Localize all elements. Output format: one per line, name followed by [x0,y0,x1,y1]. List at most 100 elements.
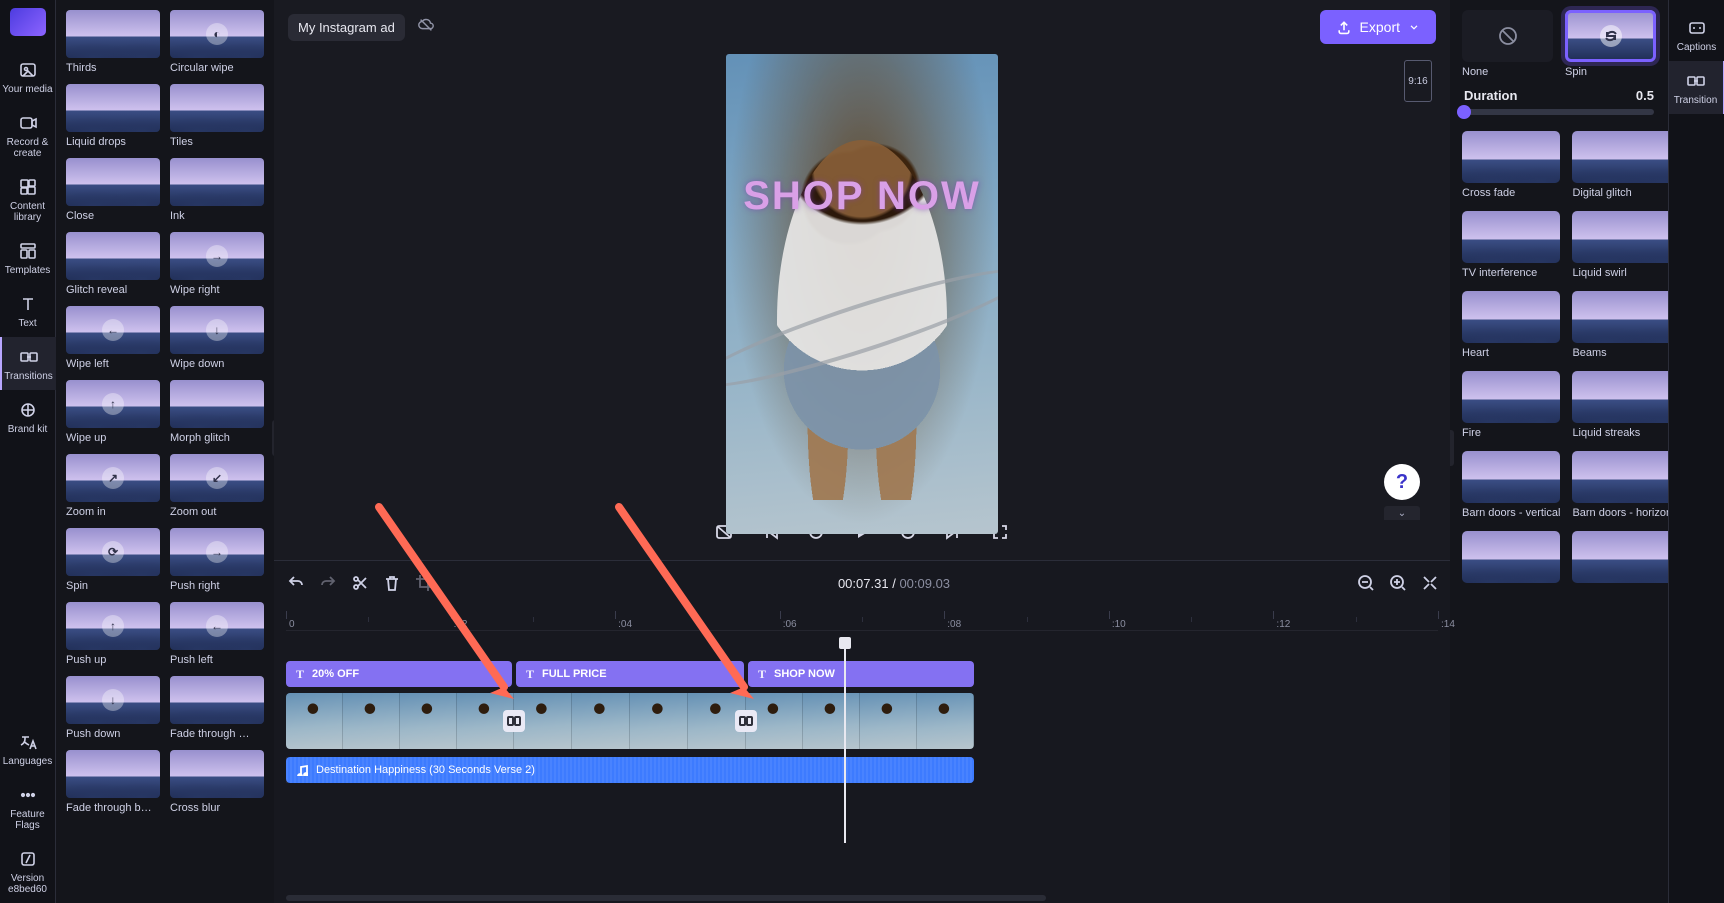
transition-card[interactable]: ↑ Wipe up [66,380,160,444]
video-track[interactable] [286,693,974,749]
fit-timeline-button[interactable] [1420,573,1438,594]
glyph-icon: ◐ [206,23,228,45]
transition-card[interactable]: ← Push left [170,602,264,666]
transition-card-label: Push down [66,728,160,740]
rail-feature-flags[interactable]: Feature Flags [0,775,56,839]
export-button[interactable]: Export [1320,10,1436,44]
transition-option-card[interactable]: Heart [1462,291,1560,359]
rail-transition[interactable]: Transition [1669,61,1724,114]
sync-off-icon[interactable] [417,16,435,39]
split-button[interactable] [350,573,368,594]
transition-option-card[interactable]: Barn doors - horizontal [1572,451,1668,519]
video-segment-1[interactable] [286,693,514,749]
collapse-preview-button[interactable]: ⌄ [1384,506,1420,520]
rail-captions[interactable]: Captions [1669,8,1724,61]
ruler-tick: :12 [1273,605,1290,630]
transition-card[interactable]: Tiles [170,84,264,148]
transition-option-card[interactable]: TV interference [1462,211,1560,279]
transition-none[interactable]: None [1462,10,1553,78]
transition-handle-2[interactable] [735,710,757,732]
rail-your-media-label: Your media [2,84,54,95]
transition-option-label: Liquid streaks [1572,427,1668,439]
transition-card-label: Wipe up [66,432,160,444]
transition-card-label: Push right [170,580,264,592]
transition-card[interactable]: ↓ Push down [66,676,160,740]
transition-card[interactable]: ↑ Push up [66,602,160,666]
text-clip-2[interactable]: T FULL PRICE [516,661,744,687]
rail-your-media[interactable]: Your media [0,50,56,103]
timeline-scrollbar[interactable] [286,895,1046,901]
transition-thumb [66,750,160,798]
transition-card[interactable]: ↓ Wipe down [170,306,264,370]
text-clip-3[interactable]: T SHOP NOW [748,661,974,687]
transition-option-card[interactable] [1462,531,1560,583]
undo-button[interactable] [286,573,304,594]
zoom-in-button[interactable] [1388,573,1406,594]
transition-card[interactable]: → Wipe right [170,232,264,296]
transition-card[interactable]: Ink [170,158,264,222]
project-title[interactable]: My Instagram ad [288,14,405,41]
transition-card-label: Liquid drops [66,136,160,148]
transition-option-card[interactable]: Liquid swirl [1572,211,1668,279]
transition-card[interactable]: Glitch reveal [66,232,160,296]
rail-templates[interactable]: Templates [0,231,56,284]
rail-version[interactable]: Version e8bed60 [0,839,56,903]
transition-option-card[interactable]: Fire [1462,371,1560,439]
transition-card[interactable]: ↙ Zoom out [170,454,264,518]
text-clip-3-label: SHOP NOW [774,668,835,680]
transition-card[interactable]: Liquid drops [66,84,160,148]
transition-option-card[interactable] [1572,531,1668,583]
transition-card[interactable]: Fade through b… [66,750,160,814]
right-panel-collapse[interactable]: › [1450,430,1454,466]
video-segment-3[interactable] [746,693,974,749]
transition-option-label: Beams [1572,347,1668,359]
none-icon [1497,25,1519,47]
rail-transitions[interactable]: Transitions [0,337,56,390]
delete-button[interactable] [382,573,400,594]
text-clip-1[interactable]: T 20% OFF [286,661,512,687]
transition-option-card[interactable]: Cross fade [1462,131,1560,199]
timeline-ruler[interactable]: 0:02:04:06:08:10:12:14 [286,605,1438,631]
slider-knob[interactable] [1457,105,1471,119]
transition-option-card[interactable]: Liquid streaks [1572,371,1668,439]
redo-button[interactable] [318,573,336,594]
zoom-out-button[interactable] [1356,573,1374,594]
transition-option-card[interactable]: Barn doors - vertical [1462,451,1560,519]
playhead[interactable] [844,643,846,843]
transition-option-card[interactable]: Beams [1572,291,1668,359]
duration-slider[interactable] [1464,109,1654,115]
transition-card[interactable]: ↗ Zoom in [66,454,160,518]
transition-card[interactable]: → Push right [170,528,264,592]
rail-languages[interactable]: Languages [0,722,56,775]
help-button[interactable]: ? [1384,464,1420,500]
transition-card-label: Zoom in [66,506,160,518]
glyph-icon: → [206,541,228,563]
ellipsis-icon [18,785,38,805]
video-segment-2[interactable] [514,693,746,749]
transition-card[interactable]: ← Wipe left [66,306,160,370]
transition-card[interactable]: Close [66,158,160,222]
audio-clip[interactable]: Destination Happiness (30 Seconds Verse … [286,757,974,783]
rail-content-library[interactable]: Content library [0,167,56,231]
transition-option-thumb [1572,451,1668,503]
transition-spin[interactable]: Spin [1565,10,1656,78]
transition-handle-1[interactable] [503,710,525,732]
transition-card[interactable]: Cross blur [170,750,264,814]
aspect-ratio-button[interactable]: 9:16 [1404,60,1432,102]
rail-version-label: Version e8bed60 [2,873,54,895]
transition-card[interactable]: ⟳ Spin [66,528,160,592]
transition-card[interactable]: Fade through … [170,676,264,740]
languages-icon [18,732,38,752]
rail-text[interactable]: Text [0,284,56,337]
transition-card[interactable]: Thirds [66,10,160,74]
rail-transitions-label: Transitions [3,371,55,382]
transition-card[interactable]: ◐ Circular wipe [170,10,264,74]
rail-record-create[interactable]: Record & create [0,103,56,167]
transition-option-card[interactable]: Digital glitch [1572,131,1668,199]
crop-button[interactable] [414,573,432,594]
transition-properties-panel: None Spin Duration 0.5 Cross fade Digita… [1450,0,1668,903]
rail-brand-kit[interactable]: Brand kit [0,390,56,443]
transition-card[interactable]: Morph glitch [170,380,264,444]
video-preview[interactable]: SHOP NOW [726,54,998,534]
transition-option-thumb [1572,371,1668,423]
